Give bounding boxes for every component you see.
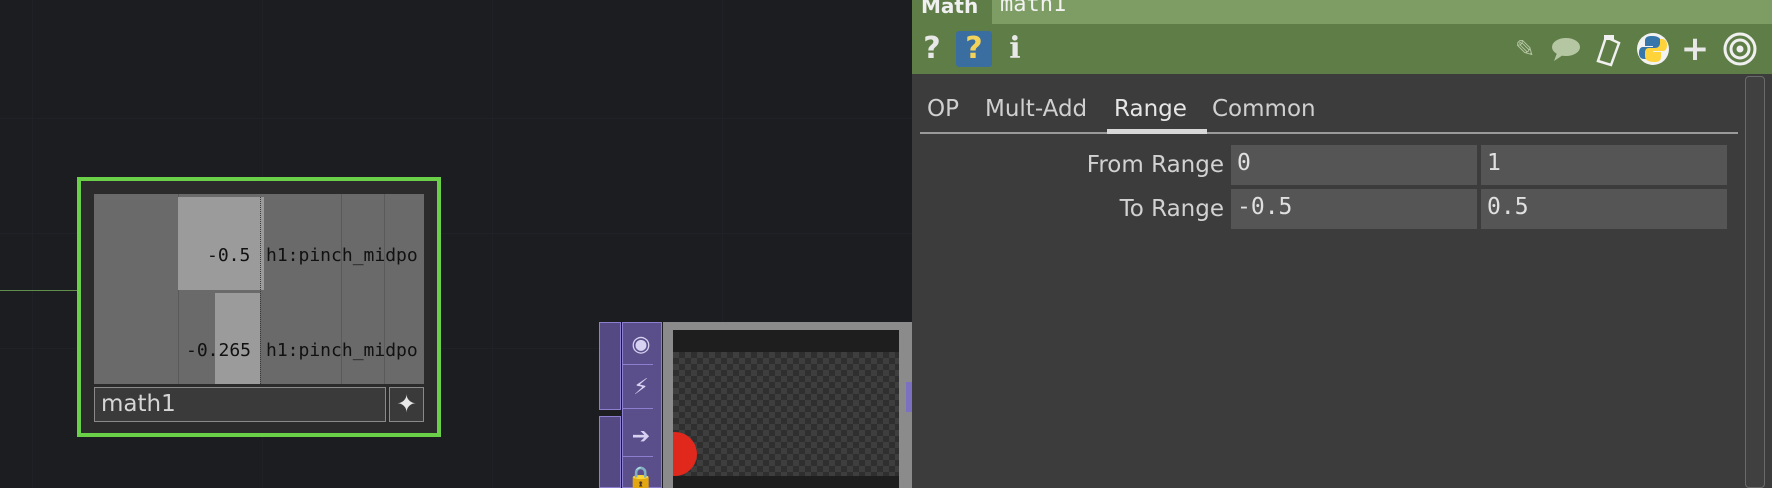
param-value: -0.5	[1237, 194, 1293, 220]
panel-scrollbar[interactable]	[1745, 76, 1765, 488]
help-icon[interactable]: ?	[920, 31, 944, 67]
node-name-field[interactable]: math1	[94, 387, 386, 422]
node2-input-connector[interactable]	[599, 322, 621, 410]
op-name-field[interactable]: math1	[992, 0, 1772, 24]
math-node-viewer[interactable]: -0.5 h1:pinch_midpo -0.265 h1:pinch_midp…	[94, 194, 424, 384]
to-range-max-field[interactable]: 0.5	[1481, 189, 1727, 229]
divider	[623, 408, 653, 409]
parameter-panel: Math math1 ? ? i ✎ + OP Mult-Add Range C…	[912, 0, 1772, 488]
add-icon[interactable]: +	[1678, 31, 1712, 67]
node2-input-connector[interactable]	[599, 416, 621, 488]
checkerboard-background	[673, 352, 899, 476]
zero-line	[260, 197, 261, 384]
param-label-from-range: From Range	[1086, 152, 1224, 178]
tab-op[interactable]: OP	[927, 96, 959, 122]
op-name: math1	[1000, 0, 1067, 17]
network-editor[interactable]: -0.5 h1:pinch_midpo -0.265 h1:pinch_midp…	[0, 0, 912, 488]
grid-line	[0, 118, 912, 119]
divider	[623, 364, 653, 365]
divider	[623, 456, 653, 457]
comment-icon[interactable]	[1548, 31, 1584, 67]
bypass-icon[interactable]: ⚡	[627, 373, 655, 403]
info-icon[interactable]: i	[1004, 31, 1026, 67]
tab-common[interactable]: Common	[1212, 96, 1316, 122]
panel-header: Math math1 ? ? i ✎ +	[912, 0, 1772, 74]
from-range-min-field[interactable]: 0	[1231, 145, 1477, 185]
arrow-icon[interactable]: ➔	[627, 422, 655, 452]
node2-viewer[interactable]	[673, 330, 899, 488]
lock-icon[interactable]: 🔒	[627, 464, 655, 488]
target-icon[interactable]	[1721, 31, 1759, 67]
to-range-min-field[interactable]: -0.5	[1231, 189, 1477, 229]
channel-bar	[178, 197, 264, 290]
node-name: math1	[101, 391, 176, 417]
python-icon[interactable]	[1636, 31, 1670, 67]
viewer-icon[interactable]: ◉	[627, 330, 655, 360]
clipboard-icon[interactable]	[1591, 31, 1625, 67]
parameter-tabs: OP Mult-Add Range Common	[912, 90, 1742, 136]
channel-value: -0.5	[207, 245, 251, 266]
viewer-letterbox	[673, 330, 899, 352]
edit-icon[interactable]: ✎	[1508, 31, 1542, 67]
from-range-max-field[interactable]: 1	[1481, 145, 1727, 185]
tab-underline	[920, 132, 1738, 134]
sparkle-icon[interactable]: ✦	[389, 387, 424, 422]
tab-range[interactable]: Range	[1114, 96, 1187, 122]
param-value: 0	[1237, 150, 1251, 176]
python-help-icon[interactable]: ?	[956, 31, 992, 67]
param-label-to-range: To Range	[1119, 196, 1224, 222]
channel-value: -0.265	[186, 340, 252, 361]
grid-line	[32, 0, 33, 488]
channel-bar	[215, 293, 260, 384]
channel-label: h1:pinch_midpo	[266, 340, 418, 361]
viewer-letterbox	[673, 476, 899, 488]
tab-mult-add[interactable]: Mult-Add	[985, 96, 1087, 122]
param-value: 1	[1487, 150, 1501, 176]
param-value: 0.5	[1487, 194, 1529, 220]
active-tab-indicator	[1107, 129, 1207, 134]
op-type-label: Math	[921, 0, 979, 18]
channel-label: h1:pinch_midpo	[266, 245, 418, 266]
grid-line	[492, 0, 493, 488]
